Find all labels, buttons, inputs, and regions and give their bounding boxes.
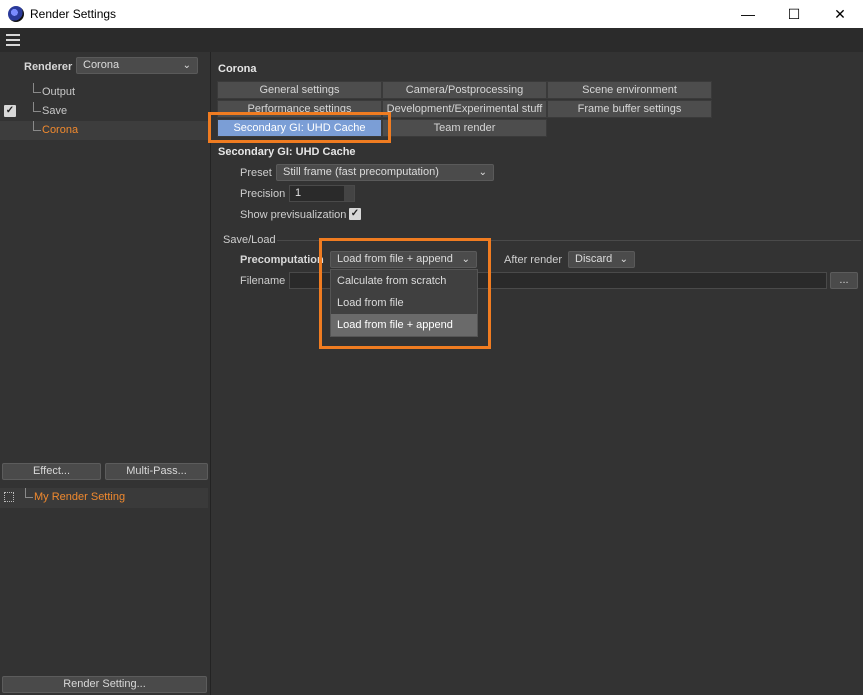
render-setting-icon	[4, 492, 14, 502]
tree-item-save[interactable]: ✓ Save	[0, 102, 208, 121]
precision-value: 1	[295, 187, 302, 199]
minimize-button[interactable]: —	[725, 0, 771, 28]
after-render-label: After render	[504, 254, 563, 266]
tree-connector	[33, 102, 41, 112]
tab-team-render[interactable]: Team render	[382, 119, 547, 137]
save-enabled-checkbox[interactable]: ✓	[4, 105, 16, 117]
cinema4d-app-icon	[8, 6, 24, 22]
render-setting-button[interactable]: Render Setting...	[2, 676, 207, 693]
tree-connector	[33, 83, 41, 93]
dropdown-highlight-box	[319, 238, 491, 349]
renderer-row: Renderer Corona ⌄	[0, 56, 211, 78]
tree-connector	[33, 121, 41, 131]
tab-development-experimental[interactable]: Development/Experimental stuff	[382, 100, 547, 118]
tab-general-settings[interactable]: General settings	[217, 81, 382, 99]
browse-filename-button[interactable]: ...	[830, 272, 858, 289]
after-render-select-value: Discard	[575, 253, 613, 265]
chevron-down-icon: ⌄	[182, 60, 191, 71]
preset-label: Preset	[240, 167, 272, 179]
close-button[interactable]: ✕	[817, 0, 863, 28]
tab-highlight-box	[208, 112, 391, 143]
right-panel: Corona General settings Camera/Postproce…	[208, 52, 863, 695]
effect-button[interactable]: Effect...	[2, 463, 101, 480]
tree-item-label: Save	[42, 105, 68, 117]
left-panel: Renderer Corona ⌄ Output ✓ Save Corona E…	[0, 52, 211, 695]
title-bar: Render Settings — ☐ ✕	[0, 0, 863, 28]
render-setting-label: My Render Setting	[34, 491, 126, 503]
chevron-down-icon: ⌄	[478, 167, 487, 178]
tab-camera-postprocessing[interactable]: Camera/Postprocessing	[382, 81, 547, 99]
renderer-select[interactable]: Corona ⌄	[76, 57, 198, 74]
filename-label: Filename	[240, 275, 286, 287]
precision-stepper[interactable]	[344, 186, 354, 201]
tree-item-label: Output	[42, 86, 76, 98]
precision-label: Precision	[240, 188, 286, 200]
maximize-button[interactable]: ☐	[771, 0, 817, 28]
tree-item-output[interactable]: Output	[0, 83, 208, 102]
precision-input[interactable]: 1	[289, 185, 355, 202]
tab-scene-environment[interactable]: Scene environment	[547, 81, 712, 99]
window-title: Render Settings	[30, 7, 117, 21]
show-previsualization-label: Show previsualization	[240, 209, 347, 221]
chevron-down-icon: ⌄	[619, 254, 628, 265]
tab-frame-buffer-settings[interactable]: Frame buffer settings	[547, 100, 712, 118]
tree-connector	[25, 488, 33, 498]
multipass-button[interactable]: Multi-Pass...	[105, 463, 208, 480]
saveload-group-label: Save/Load	[223, 234, 276, 246]
menu-bar	[0, 28, 863, 52]
subsection-title: Secondary GI: UHD Cache	[218, 146, 356, 158]
tree-item-corona[interactable]: Corona	[0, 121, 208, 140]
renderer-select-value: Corona	[83, 59, 120, 71]
hamburger-menu-icon[interactable]	[6, 34, 20, 46]
show-previsualization-checkbox[interactable]: ✓	[349, 208, 361, 220]
preset-select-value: Still frame (fast precomputation)	[283, 166, 439, 178]
settings-tree: Output ✓ Save Corona	[0, 83, 208, 140]
precomputation-label: Precomputation	[240, 254, 324, 266]
after-render-select[interactable]: Discard ⌄	[568, 251, 635, 268]
tree-item-label: Corona	[42, 124, 79, 136]
render-setting-item[interactable]: My Render Setting	[0, 488, 208, 508]
renderer-label: Renderer	[24, 61, 73, 73]
preset-select[interactable]: Still frame (fast precomputation) ⌄	[276, 164, 494, 181]
section-title: Corona	[218, 63, 257, 75]
